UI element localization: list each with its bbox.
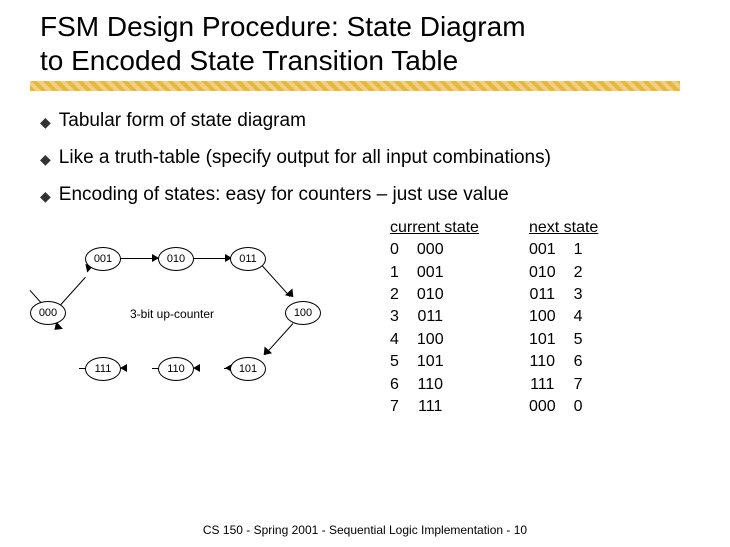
arrow-head-icon — [120, 364, 127, 372]
bullet-item: ◆ Encoding of states: easy for counters … — [40, 183, 700, 208]
arrow-head-icon — [285, 289, 297, 301]
table-col-current: 000 001 010 011 100 101 110 111 — [417, 239, 444, 418]
arrow-head-icon — [193, 364, 200, 372]
bullet-icon: ◆ — [40, 150, 51, 171]
table-header: next state — [529, 219, 598, 237]
table-col-next-index: 1 2 3 4 5 6 7 0 — [574, 239, 583, 418]
title-line-2: to Encoded State Transition Table — [40, 45, 458, 76]
current-state-block: current state 0 1 2 3 4 5 6 7 000 001 01… — [390, 219, 479, 418]
title-underline — [30, 81, 680, 91]
table-col-next: 001 010 011 100 101 110 111 000 — [529, 239, 556, 418]
table-col-index: 0 1 2 3 4 5 6 7 — [390, 239, 399, 418]
state-diagram: 000 001 010 011 100 101 110 111 3-bit up… — [30, 229, 330, 409]
slide-title: FSM Design Procedure: State Diagram to E… — [40, 10, 700, 77]
bullet-text: Like a truth-table (specify output for a… — [59, 146, 551, 171]
title-line-1: FSM Design Procedure: State Diagram — [40, 11, 526, 42]
state-node: 010 — [158, 247, 194, 271]
bullet-item: ◆ Tabular form of state diagram — [40, 109, 700, 134]
arrow-line — [60, 277, 86, 306]
state-node: 110 — [158, 357, 194, 381]
bullet-icon: ◆ — [40, 113, 51, 134]
state-node: 011 — [230, 247, 266, 271]
bullet-text: Tabular form of state diagram — [59, 109, 306, 134]
state-node: 111 — [85, 357, 121, 381]
slide-footer: CS 150 - Spring 2001 - Sequential Logic … — [0, 523, 730, 537]
bullet-list: ◆ Tabular form of state diagram ◆ Like a… — [40, 109, 700, 207]
diagram-caption: 3-bit up-counter — [130, 307, 214, 321]
bullet-item: ◆ Like a truth-table (specify output for… — [40, 146, 700, 171]
state-node: 100 — [285, 301, 321, 325]
state-node: 000 — [30, 301, 66, 325]
transition-table: current state 0 1 2 3 4 5 6 7 000 001 01… — [390, 219, 598, 418]
bullet-text: Encoding of states: easy for counters – … — [59, 183, 509, 208]
bullet-icon: ◆ — [40, 187, 51, 208]
state-node: 101 — [230, 357, 266, 381]
state-node: 001 — [85, 247, 121, 271]
table-header: current state — [390, 219, 479, 237]
next-state-block: next state 001 010 011 100 101 110 111 0… — [529, 219, 598, 418]
